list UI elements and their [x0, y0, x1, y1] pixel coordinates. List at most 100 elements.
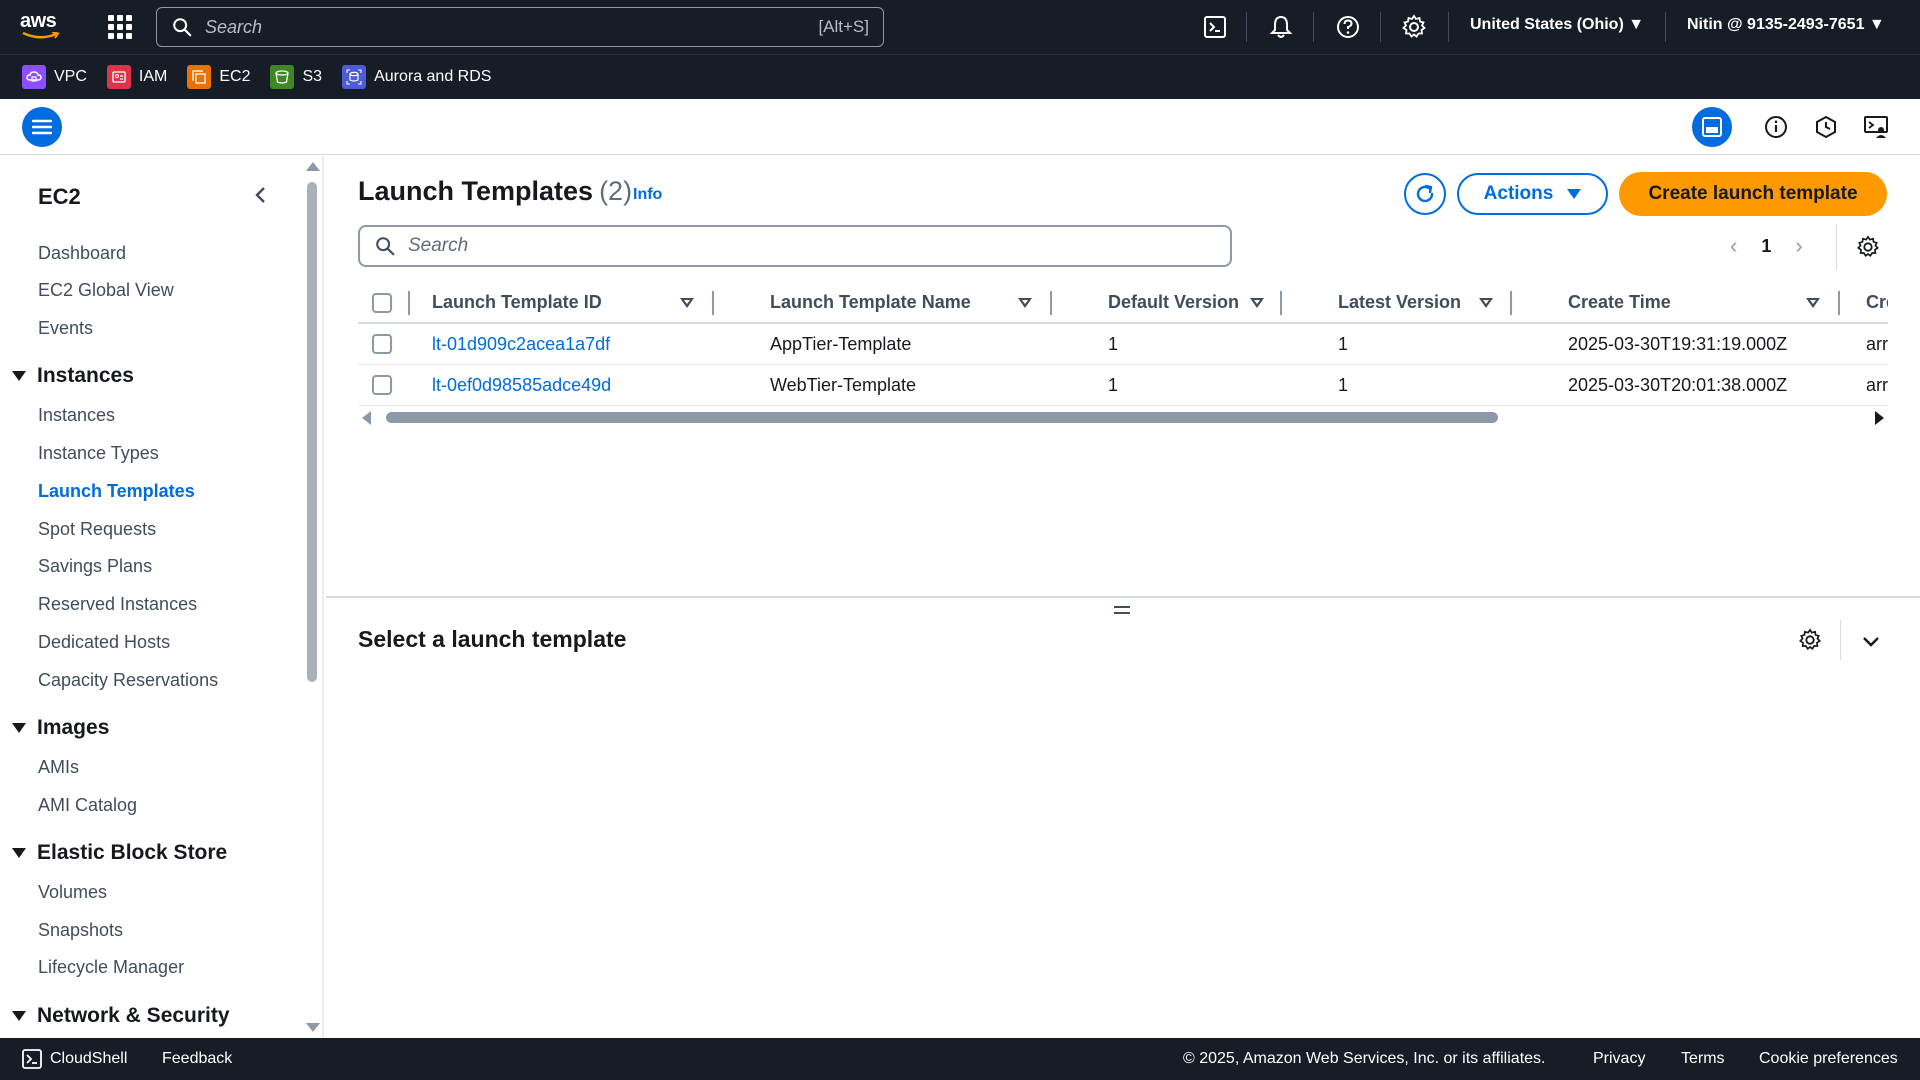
table-preferences-gear-icon[interactable] — [1856, 235, 1880, 259]
sidebar-item-instances[interactable]: Instances — [38, 405, 115, 426]
split-panel-resize-handle[interactable] — [1114, 606, 1130, 616]
sidebar-item-launch-templates[interactable]: Launch Templates — [38, 481, 195, 502]
console-subheader — [0, 99, 1920, 155]
sidebar-item-reserved-instances[interactable]: Reserved Instances — [38, 594, 197, 615]
sidebar-item-dedicated-hosts[interactable]: Dedicated Hosts — [38, 632, 170, 653]
notifications-bell-icon[interactable] — [1268, 14, 1294, 40]
collapse-sidebar-icon[interactable] — [250, 184, 272, 206]
global-search-input[interactable]: Search [Alt+S] — [156, 7, 884, 47]
cookie-preferences-link[interactable]: Cookie preferences — [1759, 1050, 1898, 1068]
favorite-iam[interactable]: IAM — [106, 65, 167, 89]
cloudshell-icon[interactable] — [22, 1049, 42, 1069]
sidebar-item-amis[interactable]: AMIs — [38, 757, 79, 778]
split-panel: Select a launch template — [326, 596, 1920, 1038]
launch-template-id-link[interactable]: lt-01d909c2acea1a7df — [432, 324, 610, 364]
sort-icon[interactable] — [1250, 298, 1264, 308]
current-page[interactable]: 1 — [1761, 236, 1771, 257]
row-checkbox[interactable] — [372, 375, 392, 395]
sidebar-item-snapshots[interactable]: Snapshots — [38, 920, 123, 941]
favorite-vpc[interactable]: VPC — [22, 65, 87, 89]
column-header-launch-template-name[interactable]: Launch Template Name — [770, 282, 971, 322]
sort-icon[interactable] — [1018, 298, 1032, 308]
next-page-icon[interactable]: › — [1795, 233, 1802, 259]
resources-panel-button[interactable] — [1808, 109, 1844, 145]
table-horizontal-scrollbar[interactable] — [358, 410, 1888, 425]
cloudshell-icon[interactable] — [1202, 14, 1228, 40]
launch-template-id-link[interactable]: lt-0ef0d98585adce49d — [432, 365, 611, 405]
feedback-link[interactable]: Feedback — [162, 1050, 232, 1068]
cloudshell-link[interactable]: CloudShell — [50, 1050, 127, 1068]
info-panel-button[interactable] — [1758, 109, 1794, 145]
sidebar-item-volumes[interactable]: Volumes — [38, 882, 107, 903]
sidebar-group-images[interactable]: Images — [12, 716, 109, 740]
sidebar-item-ec2-global-view[interactable]: EC2 Global View — [38, 280, 174, 301]
row-checkbox[interactable] — [372, 334, 392, 354]
console-footer: CloudShell Feedback © 2025, Amazon Web S… — [0, 1038, 1920, 1080]
info-icon — [1765, 116, 1787, 138]
create-launch-template-button[interactable]: Create launch template — [1619, 172, 1887, 216]
refresh-button[interactable] — [1404, 173, 1446, 215]
presentation-mode-button[interactable] — [1858, 109, 1894, 145]
search-placeholder: Search — [205, 16, 263, 37]
caret-down-icon — [1567, 189, 1582, 199]
vpc-icon — [22, 65, 46, 89]
sidebar-item-events[interactable]: Events — [38, 318, 93, 339]
ec2-icon — [187, 65, 212, 89]
sidebar-item-spot-requests[interactable]: Spot Requests — [38, 519, 156, 540]
terms-link[interactable]: Terms — [1681, 1050, 1725, 1068]
sidebar-group-instances[interactable]: Instances — [12, 364, 134, 388]
split-panel-toggle-button[interactable] — [1692, 107, 1732, 147]
sidebar-item-dashboard[interactable]: Dashboard — [38, 243, 126, 264]
previous-page-icon[interactable]: ‹ — [1730, 233, 1737, 259]
scroll-down-arrow-icon[interactable] — [306, 1023, 320, 1032]
column-header-default-version[interactable]: Default Version — [1108, 282, 1239, 322]
settings-gear-icon[interactable] — [1401, 14, 1427, 40]
search-icon — [376, 237, 395, 256]
column-header-latest-version[interactable]: Latest Version — [1338, 282, 1461, 322]
table-search-input[interactable]: Search — [358, 225, 1232, 267]
scrollbar-thumb[interactable] — [386, 412, 1498, 423]
scrollbar-thumb[interactable] — [307, 182, 317, 682]
split-panel-icon — [1702, 117, 1722, 137]
sort-icon[interactable] — [680, 298, 694, 308]
info-link[interactable]: Info — [633, 186, 662, 204]
favorite-ec2[interactable]: EC2 — [187, 65, 250, 89]
sidebar-item-savings-plans[interactable]: Savings Plans — [38, 556, 152, 577]
sort-icon[interactable] — [1479, 298, 1493, 308]
sidebar-group-elastic-block-store[interactable]: Elastic Block Store — [12, 841, 227, 865]
select-all-checkbox[interactable] — [372, 293, 392, 313]
sidebar-title[interactable]: EC2 — [38, 184, 81, 210]
column-header-created-by[interactable]: Cre — [1866, 282, 1888, 322]
column-header-launch-template-id[interactable]: Launch Template ID — [432, 282, 602, 322]
caret-down-icon — [12, 371, 26, 381]
scroll-up-arrow-icon[interactable] — [306, 162, 320, 171]
scroll-right-arrow-icon[interactable] — [1875, 411, 1884, 425]
default-version: 1 — [1108, 374, 1119, 395]
actions-dropdown-button[interactable]: Actions — [1457, 173, 1608, 215]
favorite-aurora-rds[interactable]: Aurora and RDS — [342, 65, 491, 89]
table-row[interactable]: lt-0ef0d98585adce49d WebTier-Template 1 … — [358, 365, 1888, 406]
sidebar-scrollbar[interactable] — [302, 156, 322, 1038]
favorite-s3[interactable]: S3 — [270, 65, 322, 89]
sidebar-item-ami-catalog[interactable]: AMI Catalog — [38, 795, 137, 816]
sidebar-item-instance-types[interactable]: Instance Types — [38, 443, 159, 464]
services-grid-icon[interactable] — [108, 15, 132, 39]
side-nav-toggle-button[interactable] — [22, 107, 62, 147]
region-selector[interactable]: United States (Ohio) ▼ — [1470, 16, 1644, 34]
chevron-down-icon[interactable] — [1860, 630, 1882, 652]
aws-logo[interactable]: aws — [20, 10, 66, 44]
sidebar-item-capacity-reservations[interactable]: Capacity Reservations — [38, 670, 218, 691]
table-search-placeholder: Search — [408, 235, 469, 256]
caret-down-icon — [12, 1011, 26, 1021]
sidebar-item-lifecycle-manager[interactable]: Lifecycle Manager — [38, 957, 184, 978]
help-icon[interactable] — [1335, 14, 1361, 40]
account-menu[interactable]: Nitin @ 9135-2493-7651 ▼ — [1687, 16, 1885, 34]
sort-icon[interactable] — [1806, 298, 1820, 308]
sidebar-group-network-security[interactable]: Network & Security — [12, 1004, 230, 1028]
table-row[interactable]: lt-01d909c2acea1a7df AppTier-Template 1 … — [358, 324, 1888, 365]
column-header-create-time[interactable]: Create Time — [1568, 282, 1671, 322]
privacy-link[interactable]: Privacy — [1593, 1050, 1645, 1068]
split-panel-settings-gear-icon[interactable] — [1798, 628, 1822, 652]
scroll-left-arrow-icon[interactable] — [362, 411, 371, 425]
search-shortcut: [Alt+S] — [818, 17, 869, 36]
